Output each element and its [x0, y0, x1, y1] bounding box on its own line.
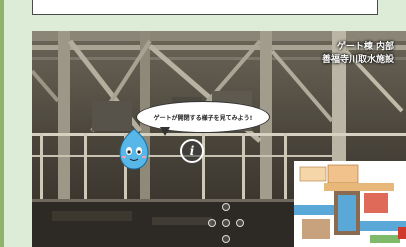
- caption-facility: 善福寺川取水施設: [321, 55, 394, 65]
- mascot-character[interactable]: [116, 127, 152, 171]
- facility-diagram-thumbnail[interactable]: [294, 161, 406, 247]
- speech-bubble-tail: [160, 127, 170, 136]
- nav-center-icon[interactable]: [222, 219, 230, 227]
- speech-bubble: ゲートが開閉する様子を見てみよう!: [136, 101, 270, 133]
- header-box: [32, 0, 378, 15]
- facility-diagram: [294, 161, 406, 247]
- speech-text: ゲートが開閉する様子を見てみよう!: [153, 114, 253, 122]
- nav-down-icon[interactable]: [222, 235, 230, 243]
- nav-right-icon[interactable]: [236, 219, 244, 227]
- panorama-viewer[interactable]: ゲート棟 内部 善福寺川取水施設 ゲートが開閉する様子を見てみよう! i: [32, 31, 406, 247]
- info-icon[interactable]: i: [180, 139, 204, 163]
- nav-up-icon[interactable]: [222, 203, 230, 211]
- next-arrow-icon[interactable]: [398, 227, 406, 239]
- nav-left-icon[interactable]: [208, 219, 216, 227]
- caption-building: ゲート棟 内部: [336, 42, 394, 52]
- navigation-pad[interactable]: [206, 203, 246, 243]
- location-caption: ゲート棟 内部 善福寺川取水施設: [322, 41, 394, 67]
